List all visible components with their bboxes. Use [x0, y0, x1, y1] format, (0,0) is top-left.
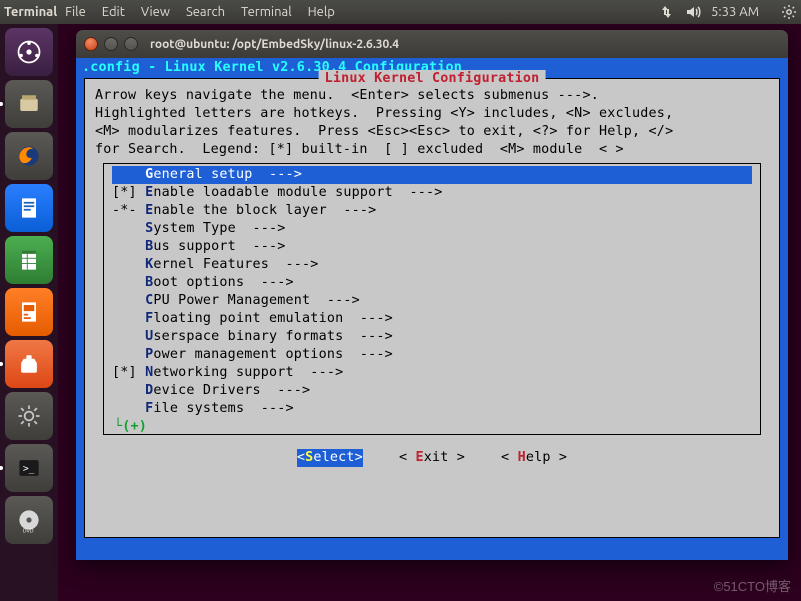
menuconfig-select-button[interactable]: <Select> [297, 449, 363, 467]
menuconfig-main-frame: Linux Kernel Configuration Arrow keys na… [84, 78, 780, 538]
window-close-icon[interactable] [84, 37, 98, 51]
menu-edit[interactable]: Edit [102, 5, 125, 19]
menuconfig-item[interactable]: Power management options ---> [104, 346, 760, 364]
menuconfig-item[interactable]: Bus support ---> [104, 238, 760, 256]
window-minimize-icon[interactable] [104, 37, 118, 51]
menuconfig-item[interactable]: CPU Power Management ---> [104, 292, 760, 310]
menuconfig-exit-button[interactable]: < Exit > [399, 449, 465, 467]
launcher-disc-icon[interactable]: DVD [5, 496, 53, 544]
menuconfig-item[interactable]: System Type ---> [104, 220, 760, 238]
menuconfig-help-text: Arrow keys navigate the menu. <Enter> se… [85, 79, 779, 163]
menuconfig-menu-list[interactable]: General setup --->[*] Enable loadable mo… [103, 163, 761, 435]
launcher-terminal-icon[interactable]: >_ [5, 444, 53, 492]
menuconfig-item[interactable]: Userspace binary formats ---> [104, 328, 760, 346]
watermark-text: ©51CTO博客 [714, 576, 791, 595]
menubar-app-name: Terminal [4, 5, 57, 19]
window-maximize-icon[interactable] [124, 37, 138, 51]
menu-help[interactable]: Help [308, 5, 335, 19]
menu-view[interactable]: View [141, 5, 170, 19]
launcher-settings-icon[interactable] [5, 392, 53, 440]
menuconfig-item[interactable]: Kernel Features ---> [104, 256, 760, 274]
launcher-dash-icon[interactable] [5, 28, 53, 76]
network-indicator-icon[interactable] [657, 4, 673, 20]
menu-search[interactable]: Search [186, 5, 225, 19]
svg-text:>_: >_ [23, 464, 35, 475]
menuconfig-item[interactable]: -*- Enable the block layer ---> [104, 202, 760, 220]
menuconfig-item[interactable]: [*] Enable loadable module support ---> [104, 184, 760, 202]
settings-gear-icon[interactable] [781, 4, 797, 20]
menuconfig-item[interactable]: Boot options ---> [104, 274, 760, 292]
unity-launcher: >_ DVD [0, 24, 58, 601]
launcher-software-icon[interactable] [5, 340, 53, 388]
menuconfig-item[interactable]: Floating point emulation ---> [104, 310, 760, 328]
menuconfig-help-button[interactable]: < Help > [501, 449, 567, 467]
terminal-window: root@ubuntu: /opt/EmbedSky/linux-2.6.30.… [76, 30, 788, 560]
svg-text:DVD: DVD [23, 527, 34, 533]
launcher-impress-icon[interactable] [5, 288, 53, 336]
menu-terminal[interactable]: Terminal [241, 5, 292, 19]
launcher-calc-icon[interactable] [5, 236, 53, 284]
terminal-viewport[interactable]: .config - Linux Kernel v2.6.30.4 Configu… [76, 58, 788, 560]
menuconfig-more-indicator: └(+) [104, 418, 760, 436]
terminal-titlebar[interactable]: root@ubuntu: /opt/EmbedSky/linux-2.6.30.… [76, 30, 788, 58]
launcher-firefox-icon[interactable] [5, 132, 53, 180]
clock[interactable]: 5:33 AM [711, 5, 759, 19]
terminal-title: root@ubuntu: /opt/EmbedSky/linux-2.6.30.… [150, 38, 399, 51]
menuconfig-item[interactable]: File systems ---> [104, 400, 760, 418]
launcher-writer-icon[interactable] [5, 184, 53, 232]
launcher-files-icon[interactable] [5, 80, 53, 128]
sound-indicator-icon[interactable] [685, 4, 701, 20]
menu-file[interactable]: File [65, 5, 86, 19]
top-menubar: Terminal File Edit View Search Terminal … [0, 0, 801, 24]
menuconfig-button-bar: <Select> < Exit > < Help > [85, 449, 779, 467]
menuconfig-item[interactable]: [*] Networking support ---> [104, 364, 760, 382]
menuconfig-item[interactable]: General setup ---> [112, 166, 752, 184]
menuconfig-box-title: Linux Kernel Configuration [319, 70, 546, 88]
menuconfig-item[interactable]: Device Drivers ---> [104, 382, 760, 400]
